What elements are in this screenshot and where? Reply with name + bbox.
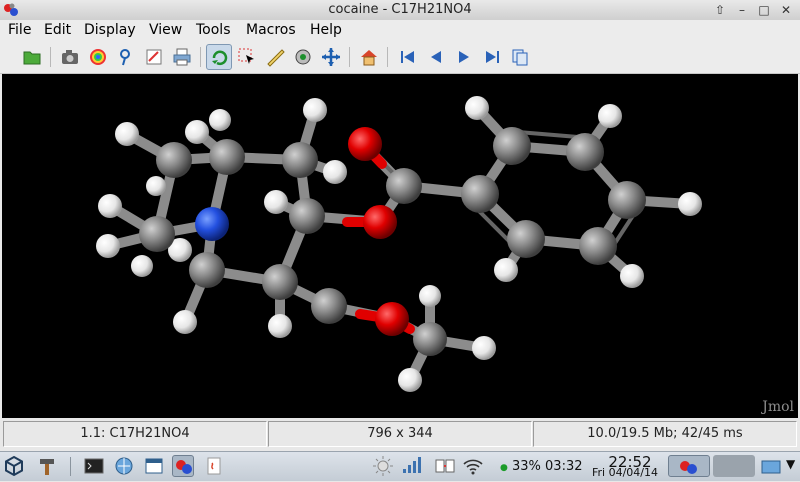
menu-file[interactable]: File	[8, 22, 31, 38]
toolbar	[0, 41, 800, 74]
toolbar-separator	[349, 47, 350, 67]
taskbar: ● 33% 03:32 22:52 Fri 04/04/14 ▼	[0, 451, 800, 481]
spin-icon[interactable]	[290, 44, 316, 70]
wifi-icon[interactable]	[462, 455, 484, 477]
home-icon[interactable]	[356, 44, 382, 70]
clock-date[interactable]: Fri 04/04/14	[588, 466, 662, 479]
menu-help-label: Help	[310, 22, 342, 38]
open-folder-icon[interactable]	[19, 44, 45, 70]
toolbar-separator	[387, 47, 388, 67]
volume-icon[interactable]	[400, 455, 422, 477]
toolbar-separator	[200, 47, 201, 67]
battery-status[interactable]: ● 33% 03:32	[500, 459, 583, 474]
show-desktop-icon[interactable]	[760, 455, 782, 477]
nitrogen-atom	[195, 207, 229, 241]
window-title: cocaine - C17H21NO4	[328, 2, 472, 17]
molecule-render[interactable]	[2, 74, 798, 418]
menu-help[interactable]: Help	[310, 22, 342, 38]
menu-display-label: Display	[84, 22, 136, 38]
toolbar-separator	[50, 47, 51, 67]
molecule-viewer[interactable]: Jmol	[2, 74, 798, 418]
java-icon[interactable]	[203, 455, 225, 477]
menu-view[interactable]: View	[149, 22, 182, 38]
status-model: 1.1: C17H21NO4	[3, 421, 267, 447]
window-icon[interactable]	[143, 455, 165, 477]
camera-icon[interactable]	[57, 44, 83, 70]
desktop-pager-active[interactable]	[668, 455, 710, 477]
jmol-task-icon[interactable]	[172, 455, 194, 477]
menu-display[interactable]: Display	[84, 22, 136, 38]
title-bar: cocaine - C17H21NO4 ⇧ – □ ✕	[0, 0, 800, 21]
ruler-icon[interactable]	[262, 44, 288, 70]
status-memory: 10.0/19.5 Mb; 42/45 ms	[533, 421, 797, 447]
select-icon[interactable]	[234, 44, 260, 70]
brightness-icon[interactable]	[372, 455, 394, 477]
menu-edit-label: Edit	[44, 22, 72, 38]
tools-icon[interactable]	[36, 455, 58, 477]
menu-bar: File Edit Display View Tools Macros Help	[0, 20, 800, 41]
menu-tools-label: Tools	[196, 22, 231, 38]
start-menu-icon[interactable]	[3, 455, 25, 477]
pick-icon[interactable]	[113, 44, 139, 70]
desktop-pager-2[interactable]	[713, 455, 755, 477]
menu-macros-label: Macros	[246, 22, 296, 38]
copy-frames-icon[interactable]	[507, 44, 533, 70]
battery-text: 33% 03:32	[512, 459, 583, 474]
menu-tools[interactable]: Tools	[196, 22, 231, 38]
menu-file-label: File	[8, 22, 32, 38]
status-bar: 1.1: C17H21NO4 796 x 344 10.0/19.5 Mb; 4…	[0, 419, 800, 449]
next-frame-icon[interactable]	[451, 44, 477, 70]
maximize-icon[interactable]: □	[756, 3, 772, 17]
jmol-watermark: Jmol	[762, 399, 794, 415]
menu-macros[interactable]: Macros	[246, 22, 296, 38]
keep-above-icon[interactable]: ⇧	[712, 3, 728, 17]
menu-view-label: View	[149, 22, 183, 38]
battery-icon: ●	[500, 463, 508, 473]
menu-edit[interactable]: Edit	[44, 22, 71, 38]
edit-icon[interactable]	[141, 44, 167, 70]
status-size: 796 x 344	[268, 421, 532, 447]
browser-icon[interactable]	[113, 455, 135, 477]
close-icon[interactable]: ✕	[778, 3, 794, 17]
minimize-icon[interactable]: –	[734, 3, 750, 17]
last-frame-icon[interactable]	[479, 44, 505, 70]
rotate-icon[interactable]	[206, 44, 232, 70]
prev-frame-icon[interactable]	[423, 44, 449, 70]
print-icon[interactable]	[169, 44, 195, 70]
tray-expand-icon[interactable]: ▼	[786, 457, 795, 471]
rainbow-icon[interactable]	[85, 44, 111, 70]
first-frame-icon[interactable]	[395, 44, 421, 70]
pan-icon[interactable]	[318, 44, 344, 70]
network-wired-icon[interactable]	[434, 455, 456, 477]
taskbar-separator	[70, 457, 71, 476]
terminal-icon[interactable]	[83, 455, 105, 477]
